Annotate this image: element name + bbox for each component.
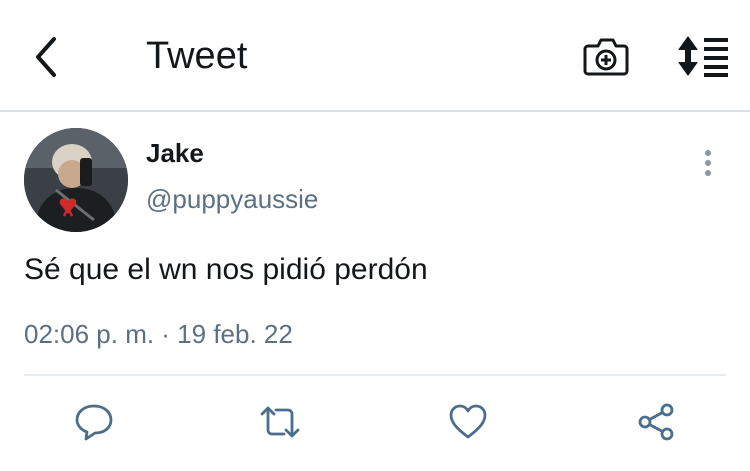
back-arrow-icon xyxy=(36,37,56,77)
app-header: Tweet xyxy=(0,0,750,112)
tweet-text: Sé que el wn nos pidió perdón xyxy=(24,253,428,286)
like-button[interactable] xyxy=(446,400,490,444)
more-dot-icon xyxy=(705,170,711,176)
reply-icon xyxy=(75,404,113,441)
more-options-button[interactable] xyxy=(694,146,722,180)
back-button[interactable] xyxy=(24,32,68,82)
tweet-timestamp: 02:06 p. m. · 19 feb. 22 xyxy=(24,319,293,349)
like-icon xyxy=(449,404,487,439)
author-handle[interactable]: @puppyaussie xyxy=(146,183,318,215)
more-dot-icon xyxy=(705,160,711,166)
retweet-button[interactable] xyxy=(258,400,302,444)
more-dot-icon xyxy=(705,150,711,156)
page-title: Tweet xyxy=(146,35,248,77)
retweet-icon xyxy=(260,406,300,438)
share-icon xyxy=(638,403,674,441)
sort-list-icon xyxy=(678,36,728,77)
divider xyxy=(24,374,726,376)
avatar[interactable] xyxy=(24,128,128,232)
share-button[interactable] xyxy=(634,400,678,444)
camera-button[interactable] xyxy=(582,34,630,78)
reply-button[interactable] xyxy=(72,400,116,444)
profile-photo-icon xyxy=(24,128,128,232)
author-name[interactable]: Jake xyxy=(146,137,204,169)
sort-button[interactable] xyxy=(676,34,730,78)
camera-plus-icon xyxy=(583,38,629,76)
